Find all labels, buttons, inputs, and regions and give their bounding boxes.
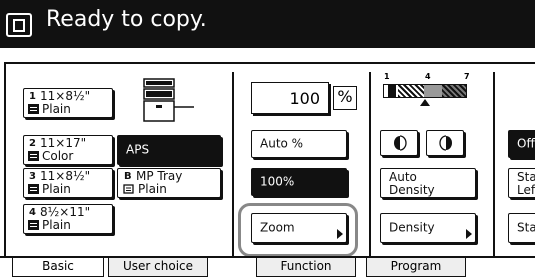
copier-screen: Ready to copy. 1 11×8½" Plain 2 11×17" C…	[0, 0, 535, 277]
paper-type: Plain	[42, 102, 71, 116]
status-header: Ready to copy.	[0, 0, 535, 48]
percent-sign: %	[333, 86, 357, 110]
paper-stack-icon	[28, 151, 39, 161]
status-text: Ready to copy.	[46, 7, 207, 32]
paper-type: Plain	[42, 182, 71, 196]
paper-type: Plain	[42, 218, 71, 232]
divider	[369, 72, 371, 260]
auto-density-label-line2: Density	[389, 183, 435, 197]
density-scale-max: 7	[464, 72, 470, 81]
paper-cassette-1[interactable]: 1 11×8½" Plain	[23, 88, 113, 118]
off-button[interactable]: Off	[508, 130, 535, 158]
paper-stack-icon	[28, 104, 39, 114]
zoom-100-label: 100%	[260, 174, 295, 189]
auto-density-button[interactable]: Auto Density	[380, 168, 476, 198]
auto-percent-button[interactable]: Auto %	[251, 130, 347, 158]
density-darker-button[interactable]	[426, 130, 464, 156]
mp-tray-letter: B	[124, 171, 132, 182]
mp-tray-type: Plain	[138, 182, 167, 196]
cassette-number: 1	[29, 91, 36, 102]
paper-stack-icon	[28, 184, 39, 194]
copier-icon	[143, 78, 194, 122]
paper-type: Color	[42, 149, 74, 163]
density-scale-min: 1	[384, 72, 390, 81]
document-icon	[6, 13, 32, 37]
density-lighter-button[interactable]	[380, 130, 418, 156]
cassette-number: 2	[29, 138, 36, 149]
function-tabs: Basic User choice Function Program	[0, 256, 535, 277]
density-scale-mid: 4	[425, 72, 431, 81]
tab-basic[interactable]: Basic	[12, 258, 104, 277]
staple-left-button[interactable]: Sta Lef	[508, 168, 535, 198]
aps-button[interactable]: APS	[117, 135, 221, 165]
tab-user-choice[interactable]: User choice	[108, 258, 208, 277]
cassette-number: 4	[29, 207, 36, 218]
tab-program[interactable]: Program	[366, 258, 466, 277]
half-circle-left-icon	[394, 135, 407, 151]
paper-stack-icon	[28, 220, 39, 230]
more-options-icon	[466, 229, 472, 239]
staple-label-line2: Lef	[517, 183, 535, 197]
divider	[493, 72, 495, 260]
mp-tray-button[interactable]: B MP Tray Plain	[117, 168, 221, 198]
tab-function[interactable]: Function	[256, 258, 356, 277]
density-level-indicator	[420, 99, 430, 106]
density-label: Density	[389, 220, 435, 235]
density-button[interactable]: Density	[380, 213, 476, 243]
auto-percent-label: Auto %	[260, 136, 304, 151]
paper-cassette-2[interactable]: 2 11×17" Color	[23, 135, 113, 165]
zoom-value: 100	[289, 89, 320, 108]
aps-label: APS	[126, 142, 150, 157]
half-circle-right-icon	[439, 135, 452, 151]
zoom-display: 100	[251, 82, 329, 114]
paper-cassette-4[interactable]: 4 8½×11" Plain	[23, 204, 113, 234]
divider	[232, 72, 234, 260]
staple-label: Sta	[517, 220, 535, 235]
zoom-100-button[interactable]: 100%	[251, 168, 347, 196]
off-label: Off	[517, 136, 535, 151]
manual-feed-icon	[123, 184, 134, 194]
cassette-number: 3	[29, 171, 36, 182]
staple-button[interactable]: Sta	[508, 213, 535, 243]
paper-cassette-3[interactable]: 3 11×8½" Plain	[23, 168, 113, 198]
density-scale-bar	[383, 84, 467, 98]
zoom-highlight-callout	[238, 203, 358, 257]
